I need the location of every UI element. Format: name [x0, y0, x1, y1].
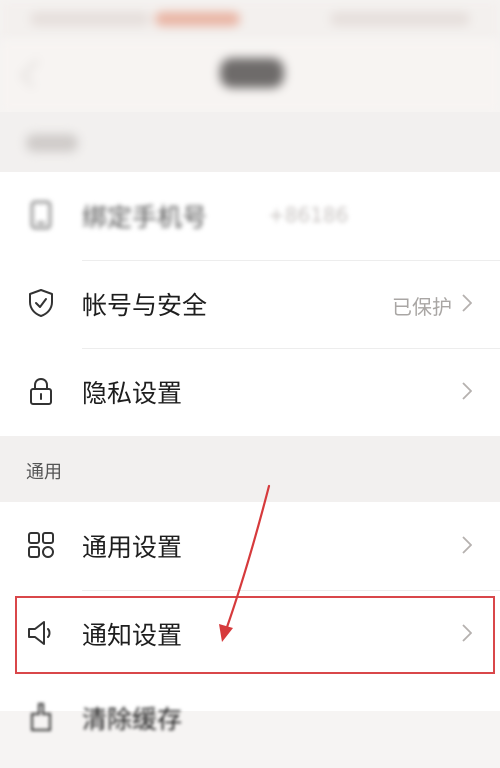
section-header-general: 通用: [0, 436, 500, 502]
privacy-settings-label: 隐私设置: [82, 379, 183, 408]
brush-icon: [31, 703, 51, 731]
chevron-right-icon: [462, 536, 472, 554]
bind-phone-label: 绑定手机号: [82, 203, 208, 232]
shield-check-icon: [29, 289, 53, 317]
account-list: 绑定手机号 +86186 帐号与安全 已保护 隐私设置: [0, 172, 500, 436]
chevron-right-icon: [462, 294, 472, 312]
clear-cache-row[interactable]: 清除缓存: [0, 680, 500, 768]
back-icon[interactable]: [20, 59, 49, 88]
status-right-blob: [330, 12, 470, 26]
general-settings-row[interactable]: 通用设置: [0, 502, 500, 590]
lock-icon: [30, 377, 52, 405]
status-left-blob: [30, 12, 150, 26]
status-bar: [0, 0, 500, 40]
section-header-general-label: 通用: [26, 462, 62, 483]
account-security-row[interactable]: 帐号与安全 已保护: [0, 260, 500, 348]
grid-icon: [28, 532, 54, 558]
bind-phone-value: +86186: [268, 203, 349, 227]
status-accent-blob: [155, 12, 240, 26]
notification-settings-row[interactable]: 通知设置: [0, 590, 500, 678]
account-security-status: 已保护: [392, 295, 452, 319]
account-security-label: 帐号与安全: [82, 291, 208, 320]
notification-settings-label: 通知设置: [82, 621, 183, 650]
chevron-right-icon: [462, 624, 472, 642]
section-header-blob: [26, 134, 78, 152]
nav-bar: [0, 40, 500, 112]
general-settings-label: 通用设置: [82, 533, 183, 562]
bind-phone-row[interactable]: 绑定手机号 +86186: [0, 172, 500, 260]
phone-icon: [31, 201, 51, 229]
page-title: [220, 58, 284, 88]
section-header-account: [0, 112, 500, 172]
speaker-icon: [28, 621, 51, 645]
clear-cache-label: 清除缓存: [82, 705, 183, 734]
chevron-right-icon: [462, 382, 472, 400]
privacy-settings-row[interactable]: 隐私设置: [0, 348, 500, 436]
general-list: 通用设置 通知设置 清除缓存: [0, 502, 500, 734]
